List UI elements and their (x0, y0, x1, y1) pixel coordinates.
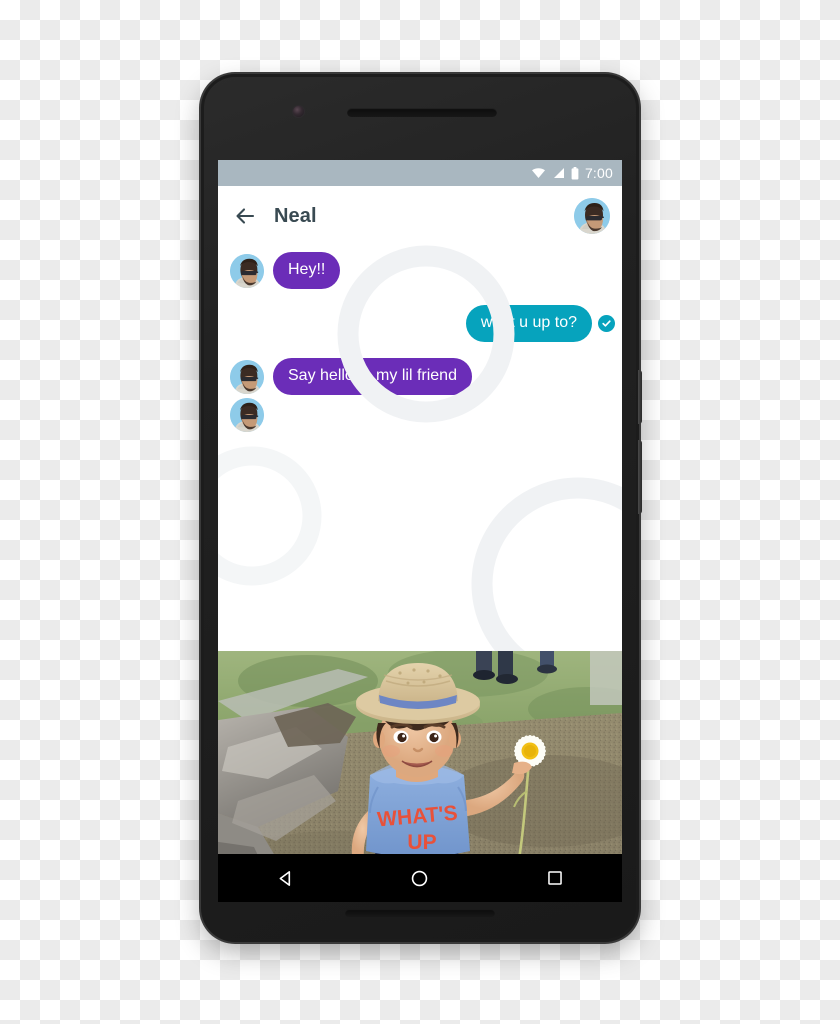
avatar-artwork (574, 198, 610, 234)
nav-home-circle-icon[interactable] (407, 865, 433, 891)
wifi-icon (531, 168, 545, 178)
photo-artwork: WHAT'S UP (218, 651, 622, 854)
message-avatar[interactable] (230, 398, 264, 432)
page-title: Neal (274, 204, 317, 227)
message-row-outgoing: what u up to? (218, 305, 622, 342)
message-row-incoming: Hey!! (218, 252, 622, 289)
shared-photo-toddler-with-daisy[interactable]: WHAT'S UP (218, 651, 622, 854)
signal-icon (553, 168, 564, 178)
avatar-artwork (230, 359, 264, 394)
app-bar: Neal (218, 186, 622, 246)
message-row-incoming: Say hello to my lil friend (218, 358, 622, 395)
nav-recents-square-icon[interactable] (542, 865, 568, 891)
read-receipt-badge (598, 315, 615, 332)
message-bubble-outgoing[interactable]: what u up to? (465, 305, 592, 342)
message-bubble-incoming[interactable]: Say hello to my lil friend (273, 358, 472, 395)
avatar-artwork (230, 253, 264, 288)
message-avatar[interactable] (230, 253, 264, 288)
phone-screen: 7:00 Neal Hey!! what u up to? Say hello … (218, 160, 622, 854)
power-button[interactable] (638, 370, 642, 424)
conversation-area: Neal Hey!! what u up to? Say hello to my… (218, 186, 622, 651)
shirt-text-line2: UP (407, 831, 436, 854)
bottom-speaker-slot (345, 909, 495, 917)
check-icon (602, 320, 611, 327)
avatar-artwork (230, 398, 264, 432)
message-avatar[interactable] (230, 359, 264, 394)
status-clock: 7:00 (584, 165, 613, 181)
battery-icon (571, 166, 579, 179)
back-arrow-icon[interactable] (233, 204, 257, 228)
earpiece-speaker-icon (347, 108, 497, 117)
android-nav-bar (218, 854, 622, 902)
phone-device: 7:00 Neal Hey!! what u up to? Say hello … (201, 74, 642, 942)
contact-avatar[interactable] (574, 198, 610, 234)
status-bar: 7:00 (218, 160, 622, 186)
front-camera-icon (293, 106, 304, 117)
canvas: 7:00 Neal Hey!! what u up to? Say hello … (0, 0, 840, 1024)
volume-button[interactable] (638, 440, 642, 514)
message-row-incoming-photo (218, 398, 622, 432)
nav-back-triangle-icon[interactable] (272, 865, 298, 891)
message-bubble-incoming[interactable]: Hey!! (273, 252, 341, 289)
